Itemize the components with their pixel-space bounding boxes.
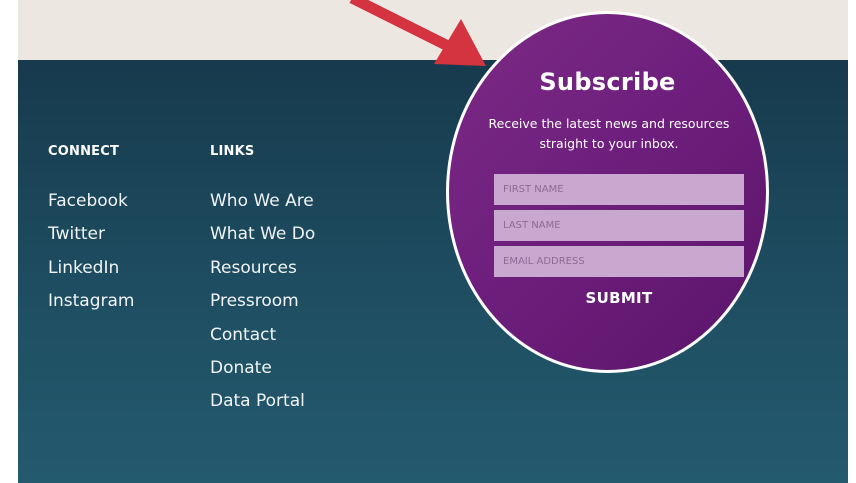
submit-button[interactable]: SUBMIT: [559, 289, 679, 307]
links-column: LINKS Who We Are What We Do Resources Pr…: [210, 144, 315, 425]
connect-link-instagram[interactable]: Instagram: [48, 291, 135, 311]
subscribe-description: Receive the latest news and resources st…: [488, 116, 730, 151]
links-heading: LINKS: [210, 144, 255, 159]
email-field[interactable]: [494, 246, 744, 277]
link-resources[interactable]: Resources: [210, 258, 315, 278]
subscribe-title: Subscribe: [539, 68, 676, 96]
top-band: [18, 0, 848, 60]
connect-link-linkedin[interactable]: LinkedIn: [48, 258, 135, 278]
connect-column: CONNECT Facebook Twitter LinkedIn Instag…: [48, 144, 135, 325]
link-who-we-are[interactable]: Who We Are: [210, 191, 315, 211]
connect-link-facebook[interactable]: Facebook: [48, 191, 135, 211]
link-pressroom[interactable]: Pressroom: [210, 291, 315, 311]
links-list: Who We Are What We Do Resources Pressroo…: [210, 191, 315, 411]
link-donate[interactable]: Donate: [210, 358, 315, 378]
link-contact[interactable]: Contact: [210, 325, 315, 345]
connect-link-twitter[interactable]: Twitter: [48, 224, 135, 244]
last-name-field[interactable]: [494, 210, 744, 241]
page: CONNECT Facebook Twitter LinkedIn Instag…: [0, 0, 856, 483]
connect-heading: CONNECT: [48, 144, 120, 159]
link-what-we-do[interactable]: What We Do: [210, 224, 315, 244]
connect-list: Facebook Twitter LinkedIn Instagram: [48, 191, 135, 311]
subscribe-circle: Subscribe Receive the latest news and re…: [446, 11, 769, 373]
first-name-field[interactable]: [494, 174, 744, 205]
link-data-portal[interactable]: Data Portal: [210, 391, 315, 411]
